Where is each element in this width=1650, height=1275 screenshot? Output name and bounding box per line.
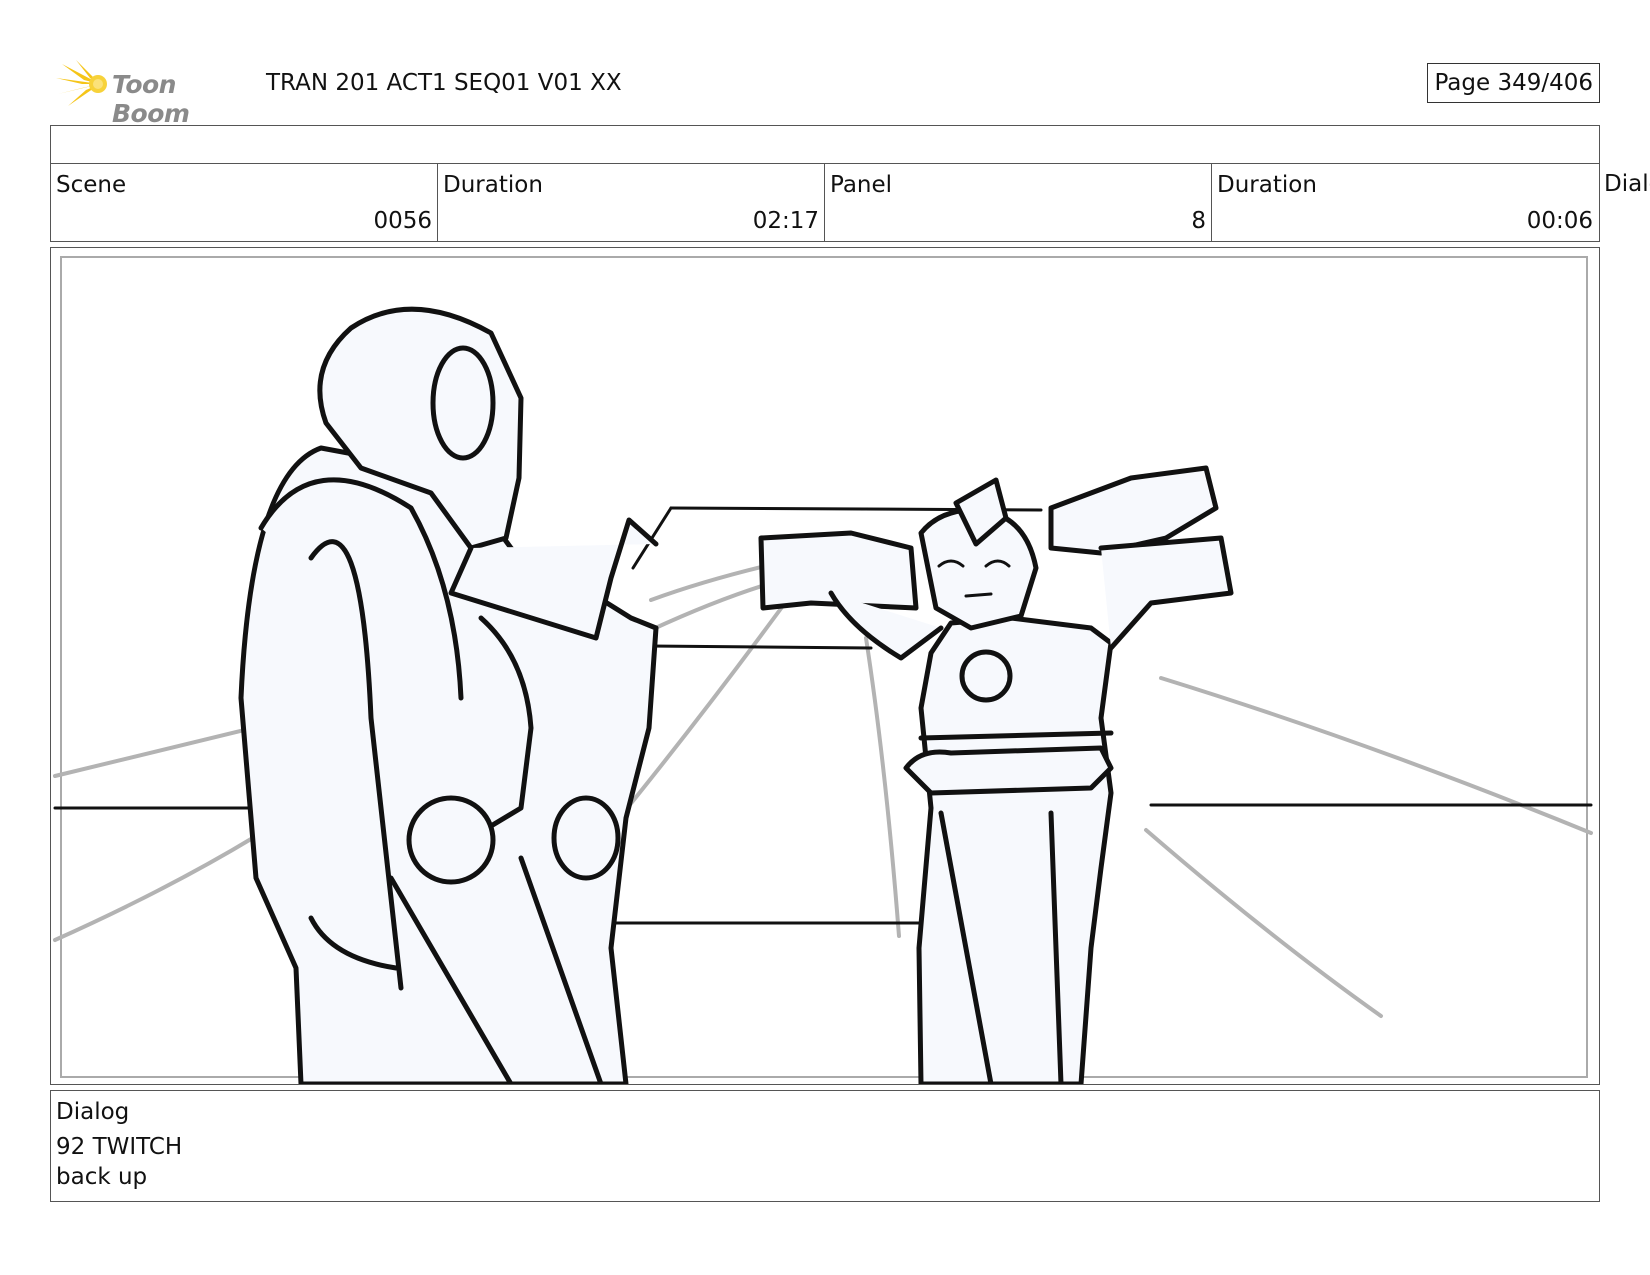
toon-boom-logo: Toon Boom xyxy=(54,58,254,128)
scene-duration-value: 02:17 xyxy=(752,208,819,234)
panel-duration-cell: Duration 00:06 xyxy=(1212,164,1598,241)
panel-label: Panel xyxy=(830,172,893,198)
dialog-overflow-label: Dialo xyxy=(1604,171,1650,197)
scene-value: 0056 xyxy=(373,208,432,234)
info-row: Scene 0056 Duration 02:17 Panel 8 Durati… xyxy=(51,164,1599,241)
info-top-row xyxy=(51,126,1599,164)
panel-cell: Panel 8 xyxy=(825,164,1212,241)
sunburst-icon xyxy=(56,60,107,106)
storyboard-sketch-image xyxy=(53,256,1593,1084)
scene-label: Scene xyxy=(56,172,127,198)
panel-value: 8 xyxy=(1191,208,1206,234)
logo-text: Toon Boom xyxy=(112,70,190,128)
storyboard-panel xyxy=(50,247,1600,1085)
panel-duration-label: Duration xyxy=(1217,172,1317,198)
page-number: Page 349/406 xyxy=(1427,63,1600,103)
dialog-box: Dialog 92 TWITCH back up xyxy=(50,1090,1600,1202)
scene-info-table: Scene 0056 Duration 02:17 Panel 8 Durati… xyxy=(50,125,1600,242)
dialog-label: Dialog xyxy=(56,1099,130,1125)
scene-duration-cell: Duration 02:17 xyxy=(438,164,825,241)
scene-cell: Scene 0056 xyxy=(51,164,438,241)
dialog-line-2: back up xyxy=(56,1164,148,1190)
panel-duration-value: 00:06 xyxy=(1526,208,1593,234)
page-header: Toon Boom TRAN 201 ACT1 SEQ01 V01 XX Pag… xyxy=(50,56,1600,128)
scene-duration-label: Duration xyxy=(443,172,543,198)
document-title: TRAN 201 ACT1 SEQ01 V01 XX xyxy=(266,70,622,96)
dialog-line-1: 92 TWITCH xyxy=(56,1134,183,1160)
